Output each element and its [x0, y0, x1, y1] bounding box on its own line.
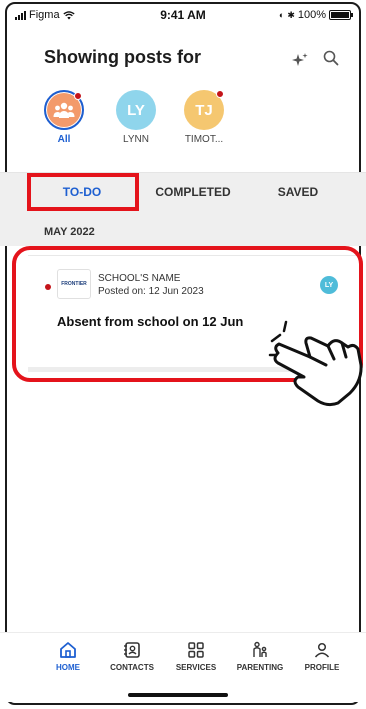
avatar-label: TIMOT... [184, 134, 224, 145]
family-icon [253, 641, 267, 657]
avatar: LY [116, 90, 156, 130]
nav-parenting[interactable]: PARENTING [231, 641, 289, 672]
battery-icon [329, 10, 353, 20]
home-indicator [128, 693, 228, 697]
nav-label: CONTACTS [110, 663, 154, 672]
grid-icon [188, 642, 204, 658]
bottom-nav: HOME CONTACTS SERVICES PARENTING PROFILE [0, 632, 366, 702]
search-icon[interactable] [323, 50, 339, 66]
unread-badge [74, 92, 82, 100]
profile-icon [314, 642, 330, 658]
nav-contacts[interactable]: CONTACTS [103, 641, 161, 672]
avatar-label: LYNN [123, 134, 149, 145]
nav-home[interactable]: HOME [39, 641, 97, 672]
nav-label: SERVICES [175, 663, 217, 672]
avatar-lynn[interactable]: LY LYNN [106, 90, 166, 145]
section-label: MAY 2022 [44, 226, 95, 238]
nav-profile[interactable]: PROFILE [293, 641, 351, 672]
status-bar: Figma 9:41 AM ◐ ✱ 100% [7, 4, 359, 26]
avatar-label: All [57, 134, 71, 145]
battery-percent: 100% [297, 9, 326, 21]
tab-completed[interactable]: COMPLETED [148, 172, 238, 212]
contacts-icon [124, 642, 140, 658]
child-filter: All LY LYNN TJ TIMOT... [44, 90, 344, 160]
nav-services[interactable]: SERVICES [167, 641, 225, 672]
bluetooth-icon: ✱ [287, 9, 295, 20]
todo-highlight-box [27, 173, 139, 211]
avatar-all[interactable]: All [34, 90, 94, 145]
avatar [44, 90, 84, 130]
home-icon [60, 642, 76, 658]
tab-saved[interactable]: SAVED [268, 172, 328, 212]
nav-label: HOME [56, 663, 80, 672]
group-icon [53, 102, 75, 118]
sparkle-icon[interactable] [291, 52, 309, 68]
nav-label: PROFILE [304, 663, 340, 672]
unread-badge [216, 90, 224, 98]
avatar: TJ [184, 90, 224, 130]
status-right: ◐ ✱ 100% [278, 9, 353, 21]
avatar-timot[interactable]: TJ TIMOT... [174, 90, 234, 145]
nav-label: PARENTING [236, 663, 284, 672]
tap-hand-icon [268, 320, 363, 407]
avatar-initials: TJ [195, 101, 213, 119]
page-title: Showing posts for [44, 47, 201, 67]
moon-icon: ◐ [278, 10, 285, 20]
